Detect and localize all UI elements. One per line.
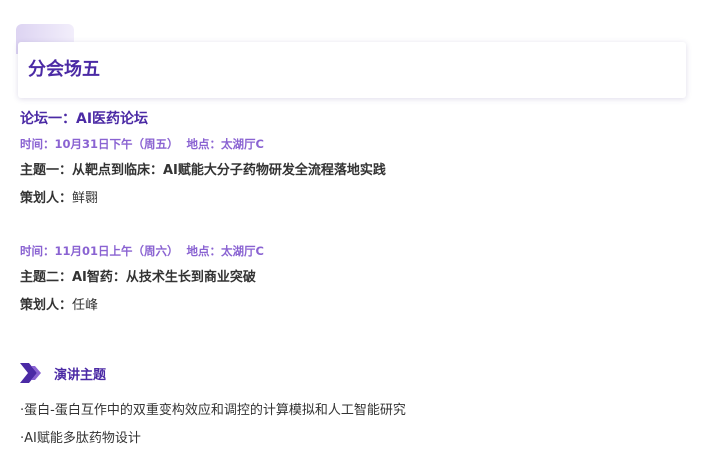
session-2-location: 太湖厅C [221,244,264,258]
session-1-time-label: 时间： [20,137,55,151]
session-2-planner-name: 任峰 [72,298,99,313]
session-1-planner: 策划人：鲜翾 [20,190,98,208]
session-2-meta: 时间：11月01日上午（周六） 地点：太湖厅C [20,243,264,259]
section-title: 分会场五 [28,59,100,80]
section-header-card: 分会场五 [18,42,686,98]
speech-topic-item: ·AI赋能多肽药物设计 [20,431,141,446]
speech-topics-heading: 演讲主题 [54,367,107,383]
session-1-planner-label: 策划人： [20,191,73,206]
speech-topics-header: 演讲主题 [20,363,106,383]
session-1-topic: 主题一：从靶点到临床：AI赋能大分子药物研发全流程落地实践 [20,163,386,178]
session-2-time-label: 时间： [20,244,55,258]
session-2-planner-label: 策划人： [20,298,73,313]
session-1-time: 10月31日下午（周五） [54,137,179,151]
session-2-location-label: 地点： [186,244,222,258]
forum-title: 论坛一：AI医药论坛 [20,111,149,127]
speech-topics-list: ·蛋白-蛋白互作中的双重变构效应和调控的计算模拟和人工智能研究 ·AI赋能多肽药… [20,402,406,458]
session-2-topic: 主题二：AI智药：从技术生长到商业突破 [20,270,256,285]
session-2-planner: 策划人：任峰 [20,297,98,315]
session-1-planner-name: 鲜翾 [72,191,99,206]
session-1-location: 太湖厅C [221,137,264,151]
speech-topic-item: ·蛋白-蛋白互作中的双重变构效应和调控的计算模拟和人工智能研究 [20,403,406,418]
session-2-time: 11月01日上午（周六） [54,244,179,258]
session-1-location-label: 地点： [186,137,222,151]
double-chevron-icon [20,363,41,383]
session-1-meta: 时间：10月31日下午（周五） 地点：太湖厅C [20,136,264,152]
